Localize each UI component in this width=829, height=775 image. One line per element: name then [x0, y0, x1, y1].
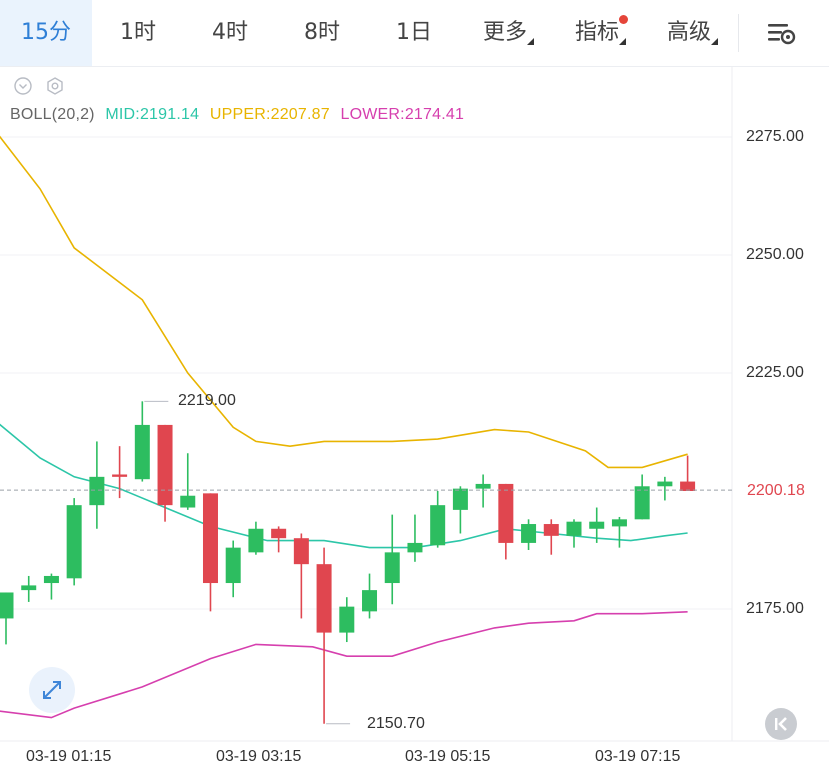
candle-body — [475, 483, 491, 489]
bullish-candle — [89, 441, 105, 529]
candle-body — [680, 481, 696, 491]
candle-body — [589, 521, 605, 529]
bearish-candle — [271, 526, 287, 553]
candle-body — [339, 606, 355, 633]
candle-body — [66, 505, 82, 579]
candle-body — [271, 528, 287, 539]
bullish-candle — [134, 401, 150, 482]
bullish-candle — [0, 592, 14, 645]
candle-body — [521, 524, 537, 543]
candle-body — [611, 519, 627, 527]
bearish-candle — [293, 533, 309, 619]
low-price-label: 2150.70 — [367, 715, 425, 732]
boll-upper-line — [0, 135, 688, 469]
candle-body — [657, 481, 673, 487]
candle-body — [180, 495, 196, 508]
candle-body — [112, 474, 128, 477]
bullish-candle — [521, 519, 537, 550]
bullish-candle — [611, 516, 627, 548]
expand-arrows-icon — [43, 681, 61, 699]
y-axis-label: 2275.00 — [746, 128, 804, 145]
bullish-candle — [339, 597, 355, 643]
indicator-settings-icon[interactable] — [45, 76, 65, 96]
bullish-candle — [452, 486, 468, 534]
bullish-candle — [566, 519, 582, 548]
bullish-candle — [384, 514, 400, 605]
bearish-candle — [316, 547, 332, 724]
bullish-candle — [430, 491, 446, 548]
candle-body — [43, 575, 59, 584]
x-axis-label: 03-19 01:15 — [26, 748, 112, 765]
candle-body — [452, 488, 468, 510]
candle-body — [21, 585, 37, 591]
candle-body — [293, 538, 309, 565]
candle-body — [0, 592, 14, 619]
x-axis-label: 03-19 03:15 — [216, 748, 302, 765]
bullish-candle — [634, 474, 650, 520]
candle-body — [634, 486, 650, 520]
candle-body — [543, 524, 559, 536]
current-price-label: 2200.18 — [737, 478, 829, 504]
collapse-indicator-icon[interactable] — [13, 76, 33, 96]
high-price-label: 2219.00 — [178, 392, 236, 409]
boll-legend: BOLL(20,2) MID:2191.14 UPPER:2207.87 LOW… — [10, 106, 470, 124]
x-axis-label: 03-19 07:15 — [595, 748, 681, 765]
bullish-candle — [180, 453, 196, 510]
candle-body — [498, 483, 514, 543]
bullish-candle — [43, 573, 59, 600]
bearish-candle — [498, 483, 514, 560]
candle-body — [202, 493, 218, 584]
candle-body — [316, 564, 332, 633]
scroll-to-latest-button[interactable] — [765, 708, 797, 740]
boll-name-label: BOLL(20,2) — [10, 106, 95, 123]
boll-lower-value: LOWER:2174.41 — [340, 106, 465, 123]
bullish-candle — [21, 575, 37, 602]
bullish-candle — [248, 521, 264, 555]
y-axis-label: 2225.00 — [746, 364, 804, 381]
bullish-candle — [657, 476, 673, 501]
bullish-candle — [362, 573, 378, 619]
bullish-candle — [66, 498, 82, 586]
boll-mid-value: MID:2191.14 — [105, 106, 200, 123]
candle-body — [225, 547, 241, 584]
y-axis-label: 2175.00 — [746, 600, 804, 617]
bullish-candle — [475, 474, 491, 508]
boll-upper-value: UPPER:2207.87 — [209, 106, 330, 123]
x-axis-label: 03-19 05:15 — [405, 748, 491, 765]
candle-body — [566, 521, 582, 536]
bearish-candle — [202, 493, 218, 612]
y-axis-label: 2250.00 — [746, 246, 804, 263]
candle-body — [384, 552, 400, 584]
candle-body — [362, 590, 378, 612]
bearish-candle — [157, 424, 173, 522]
fullscreen-button[interactable] — [29, 667, 75, 713]
bullish-candle — [225, 540, 241, 598]
candle-body — [248, 528, 264, 553]
bearish-candle — [543, 519, 559, 555]
double-chevron-left-icon — [775, 717, 787, 731]
candle-body — [407, 542, 423, 553]
candle-body — [157, 424, 173, 506]
candle-body — [430, 505, 446, 546]
bearish-candle — [680, 455, 696, 491]
bullish-candle — [407, 514, 423, 562]
candle-body — [89, 476, 105, 506]
candle-body — [134, 424, 150, 480]
